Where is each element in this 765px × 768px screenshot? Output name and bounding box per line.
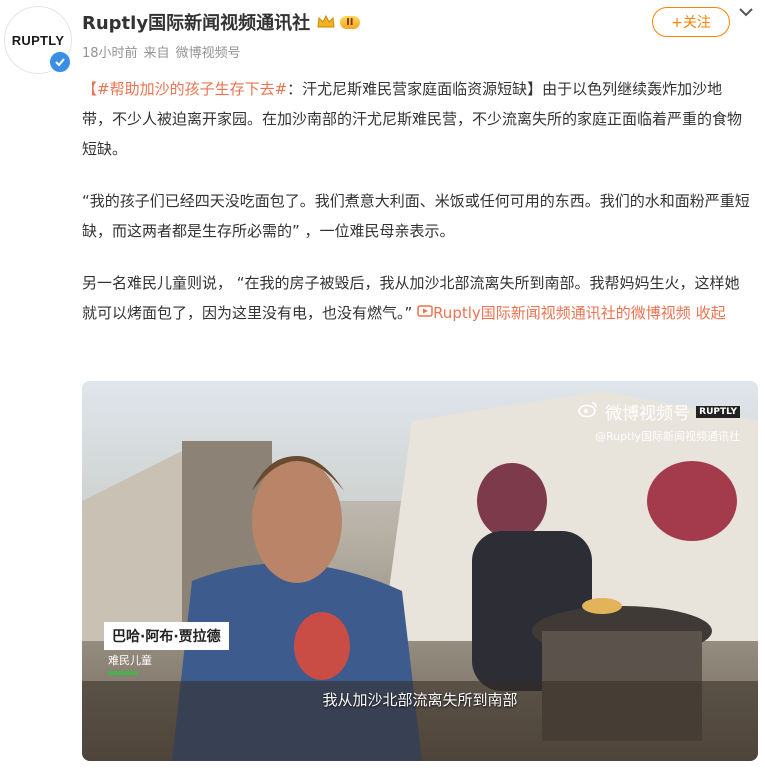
watermark-handle: @Ruptly国际新闻视频通讯社 <box>595 430 740 443</box>
video-subtitle: 我从加沙北部流离失所到南部 <box>322 691 518 709</box>
avatar-logo-text: RUPTLY <box>11 32 65 48</box>
follow-button[interactable]: +关注 <box>652 7 730 37</box>
post-time[interactable]: 18小时前 <box>82 42 138 61</box>
watermark-brand: 微博视频号 <box>605 404 691 424</box>
video-link-icon <box>417 304 433 322</box>
crown-icon <box>316 14 336 30</box>
verified-icon <box>48 50 72 74</box>
post-paragraph-3: 另一名难民儿童则说， “在我的房子被毁后，我从加沙北部流离失所到南部。我帮妈妈生… <box>82 268 752 328</box>
post-paragraph-1: 【#帮助加沙的孩子生存下去#：汗尤尼斯难民营家庭面临资源短缺】由于以色列继续轰炸… <box>82 74 752 164</box>
weibo-logo-icon <box>577 400 599 423</box>
lower-third-bar <box>108 671 138 675</box>
author-row: Ruptly国际新闻视频通讯社 II <box>82 8 360 36</box>
video-link-label: Ruptly国际新闻视频通讯社的微博视频 <box>433 304 691 322</box>
level-badge: II <box>340 15 360 29</box>
chevron-down-icon[interactable] <box>736 2 756 22</box>
post-body: 【#帮助加沙的孩子生存下去#：汗尤尼斯难民营家庭面临资源短缺】由于以色列继续轰炸… <box>82 74 752 350</box>
video-watermark: 微博视频号 RUPTLY @Ruptly国际新闻视频通讯社 <box>577 399 740 444</box>
video-link[interactable]: Ruptly国际新闻视频通讯社的微博视频 <box>417 304 691 322</box>
watermark-tag: RUPTLY <box>696 405 740 418</box>
lower-third-name: 巴哈·阿布·贾拉德 <box>104 622 229 650</box>
post-paragraph-2: “我的孩子们已经四天没吃面包了。我们煮意大利面、米饭或任何可用的东西。我们的水和… <box>82 192 750 240</box>
post-meta: 18小时前 来自 微博视频号 <box>82 42 241 61</box>
video-player[interactable]: 微博视频号 RUPTLY @Ruptly国际新闻视频通讯社 巴哈·阿布·贾拉德 … <box>82 381 758 761</box>
topic-link[interactable]: 【#帮助加沙的孩子生存下去# <box>82 80 287 98</box>
post-source[interactable]: 微博视频号 <box>176 42 241 61</box>
source-prefix: 来自 <box>143 46 170 61</box>
lower-third-role: 难民儿童 <box>108 654 152 667</box>
author-name[interactable]: Ruptly国际新闻视频通讯社 <box>82 9 310 35</box>
collapse-link[interactable]: 收起 <box>696 304 726 322</box>
